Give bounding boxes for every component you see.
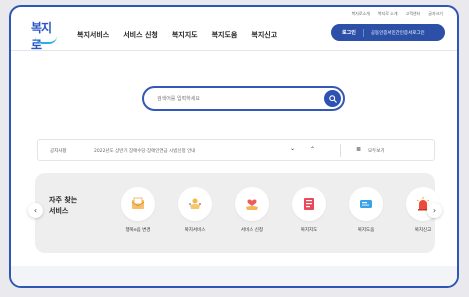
services-title-line1: 자주 찾는	[49, 196, 78, 204]
nav-item-welfare-service[interactable]: 복지서비스	[77, 30, 109, 40]
person-hands-icon	[189, 198, 201, 209]
service-icon-circle	[292, 187, 326, 221]
service-icon-circle	[178, 187, 212, 221]
chat-card-icon	[360, 200, 372, 208]
document-envelope-icon	[131, 197, 145, 209]
account-buttons: 로그인 공동인증서민간인증서로그인	[331, 24, 445, 41]
notice-label: 공지사항	[50, 149, 67, 154]
nav-item-welfare-map[interactable]: 복지지도	[172, 30, 198, 40]
certificate-login-button[interactable]: 공동인증서민간인증서로그인	[371, 30, 425, 36]
search-button[interactable]	[324, 90, 341, 107]
map-document-icon	[304, 198, 314, 210]
list-icon: ≣	[356, 146, 362, 153]
notice-text[interactable]: 2022년도 상반기 장애수당·장애인연금 시범신청 안내	[94, 148, 195, 154]
header-divider	[11, 50, 457, 51]
notice-view-all-link[interactable]: 모두보기	[368, 148, 385, 154]
carousel-next-button[interactable]: ›	[427, 203, 442, 218]
service-label: 복지서비스	[184, 228, 206, 233]
service-items: 행복e음 변경 복지서비스 서비스 신청 복지지도 복지도움 복지신고	[121, 187, 440, 233]
search-icon	[328, 94, 337, 103]
service-icon-circle	[235, 187, 269, 221]
service-item-welfare-help[interactable]: 복지도움	[349, 187, 383, 233]
service-item-service-apply[interactable]: 서비스 신청	[235, 187, 269, 233]
utility-links: 복지로소개 복지로 소개 고객센터 글자크기	[351, 11, 443, 17]
service-label: 복지지도	[300, 228, 318, 233]
utility-link[interactable]: 글자크기	[428, 11, 443, 17]
nav-item-welfare-help[interactable]: 복지도움	[212, 30, 238, 40]
service-item-happy-change[interactable]: 행복e음 변경	[121, 187, 155, 233]
carousel-prev-button[interactable]: ‹	[28, 203, 43, 218]
service-item-welfare-service[interactable]: 복지서비스	[178, 187, 212, 233]
chevron-right-icon: ›	[432, 206, 437, 215]
chevron-down-icon[interactable]: ⌄	[290, 145, 295, 152]
browser-frame: 복지로소개 복지로 소개 고객센터 글자크기 복지로 복지서비스 서비스 신청 …	[9, 5, 459, 288]
nav-item-service-apply[interactable]: 서비스 신청	[123, 30, 158, 40]
services-title-line2: 서비스	[49, 207, 69, 215]
utility-link[interactable]: 고객센터	[406, 11, 421, 17]
nav-item-welfare-report[interactable]: 복지신고	[251, 30, 277, 40]
notice-bar: 공지사항 2022년도 상반기 장애수당·장애인연금 시범신청 안내 ⌄ ⌃ ≣…	[37, 139, 435, 161]
services-title: 자주 찾는 서비스	[49, 195, 77, 217]
service-icon-circle	[121, 187, 155, 221]
service-label: 서비스 신청	[240, 228, 264, 233]
utility-link[interactable]: 복지로소개	[351, 11, 369, 17]
footer-strip	[11, 266, 457, 286]
frequent-services-panel: 자주 찾는 서비스 행복e음 변경 복지서비스 서비스 신청 복지지도 복지도움…	[35, 173, 440, 253]
search-input[interactable]	[157, 92, 307, 106]
button-divider	[362, 28, 364, 37]
chevron-up-icon[interactable]: ⌃	[310, 146, 315, 153]
utility-link[interactable]: 복지로 소개	[378, 11, 398, 17]
service-label: 복지도움	[357, 228, 375, 233]
service-label: 행복e음 변경	[125, 228, 151, 233]
main-nav: 복지서비스 서비스 신청 복지지도 복지도움 복지신고	[77, 30, 277, 40]
chevron-left-icon: ‹	[33, 206, 38, 215]
logo[interactable]: 복지로	[31, 19, 61, 52]
notice-divider	[340, 144, 341, 157]
search-bar	[142, 86, 345, 111]
hands-heart-icon	[246, 199, 258, 210]
login-button[interactable]: 로그인	[342, 29, 356, 36]
service-label: 복지신고	[414, 228, 432, 233]
service-item-welfare-map[interactable]: 복지지도	[292, 187, 326, 233]
service-icon-circle	[349, 187, 383, 221]
